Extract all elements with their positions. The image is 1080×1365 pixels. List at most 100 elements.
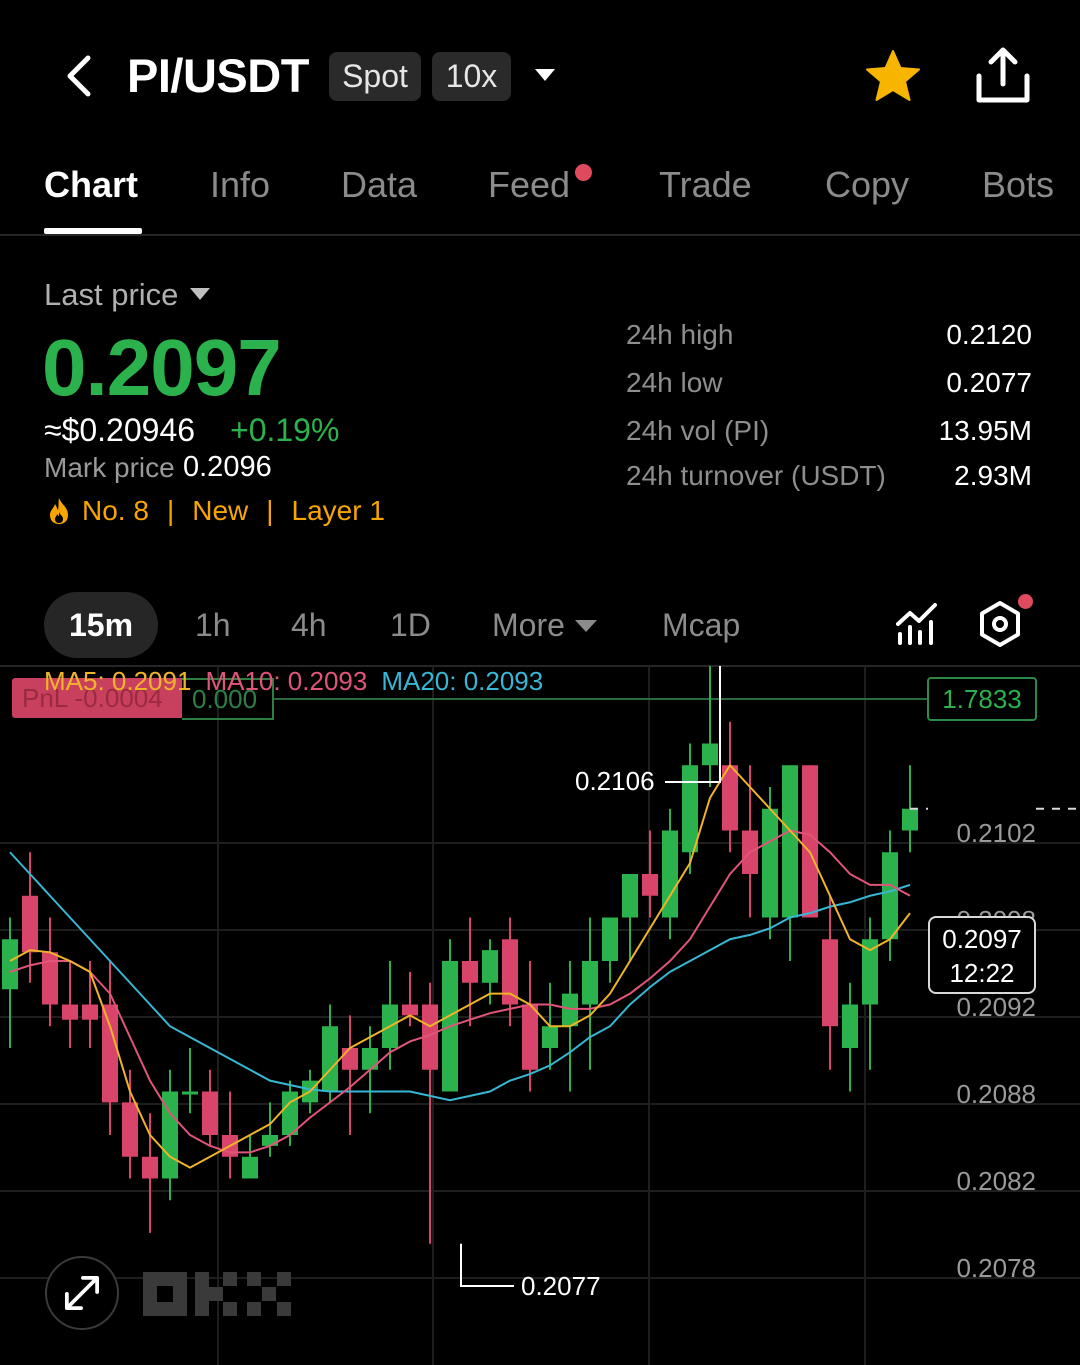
low-leader-line xyxy=(460,1243,514,1287)
stat-24h-turnover-value: 2.93M xyxy=(954,460,1032,491)
active-tab-indicator xyxy=(44,228,142,234)
indicators-icon[interactable] xyxy=(895,602,939,646)
last-price: 0.2097 xyxy=(42,323,282,412)
y-axis-tick: 0.2078 xyxy=(956,1253,1036,1283)
candle-body xyxy=(362,1048,378,1070)
stat-24h-high-label: 24h high xyxy=(626,319,734,350)
candle-body xyxy=(462,961,478,983)
timeframe-1h[interactable]: 1h xyxy=(195,607,231,644)
timeframe-mcap[interactable]: Mcap xyxy=(662,607,740,644)
ma10-value: MA10: 0.2093 xyxy=(205,666,368,696)
expand-icon[interactable] xyxy=(45,1256,119,1330)
timeframe-4h[interactable]: 4h xyxy=(291,607,327,644)
timeframe-more[interactable]: More xyxy=(492,607,597,644)
share-icon[interactable] xyxy=(972,46,1034,106)
tab-bar: Chart Info Data Feed Trade Copy Bots xyxy=(0,160,1080,236)
leverage-badge: 10x xyxy=(432,52,511,101)
candle-body xyxy=(202,1091,218,1135)
position-line-badge[interactable]: 1.7833 xyxy=(927,677,1037,721)
candle-body xyxy=(22,895,38,953)
mark-price-label: Mark price xyxy=(44,452,175,483)
candle-body xyxy=(682,765,698,853)
star-icon[interactable] xyxy=(864,48,922,106)
stat-24h-high-value: 0.2120 xyxy=(946,319,1032,350)
ma20-value: MA20: 0.2093 xyxy=(381,666,544,696)
timeframe-1d[interactable]: 1D xyxy=(390,607,431,644)
tab-data[interactable]: Data xyxy=(341,164,417,206)
candle-body xyxy=(2,939,18,990)
mark-price-value: 0.2096 xyxy=(183,451,272,483)
timeframe-15m[interactable]: 15m xyxy=(44,592,158,658)
tab-copy[interactable]: Copy xyxy=(825,164,909,206)
candle-body xyxy=(142,1156,158,1179)
candle-body xyxy=(642,874,658,896)
stat-24h-low-label: 24h low xyxy=(626,367,723,398)
timeframe-more-label: More xyxy=(492,607,565,643)
feed-notification-dot xyxy=(575,164,592,181)
chart-high-label: 0.2106 xyxy=(575,766,655,796)
current-price-marker: 0.2097 12:22 xyxy=(928,916,1036,994)
market-type-badge: Spot xyxy=(329,52,421,101)
category-tag[interactable]: Layer 1 xyxy=(292,495,385,527)
candle-body xyxy=(122,1102,138,1157)
candle-body xyxy=(182,1091,198,1095)
tab-chart[interactable]: Chart xyxy=(44,164,138,206)
candle-body xyxy=(242,1156,258,1179)
y-axis-tick: 0.2092 xyxy=(956,992,1036,1022)
ma-legend: MA5: 0.2091 MA10: 0.2093 MA20: 0.2093 xyxy=(44,666,543,697)
candle-body xyxy=(102,1004,118,1103)
candle-body xyxy=(342,1048,358,1070)
chevron-down-icon[interactable] xyxy=(533,66,557,84)
tab-bots[interactable]: Bots xyxy=(982,164,1054,206)
exchange-logo-watermark xyxy=(143,1272,291,1316)
candle-body xyxy=(802,765,818,918)
candle-body xyxy=(282,1091,298,1135)
tab-trade[interactable]: Trade xyxy=(659,164,752,206)
candlestick-chart[interactable] xyxy=(0,666,1080,1365)
y-axis-tick: 0.2088 xyxy=(956,1079,1036,1109)
candle-body xyxy=(822,939,838,1027)
tab-feed[interactable]: Feed xyxy=(488,164,570,206)
last-price-label: Last price xyxy=(44,277,179,312)
back-icon[interactable] xyxy=(58,52,102,100)
candle-body xyxy=(902,808,918,831)
candle-body xyxy=(62,1004,78,1020)
candle-body xyxy=(602,917,618,961)
candle-body xyxy=(622,874,638,918)
last-price-selector[interactable]: Last price xyxy=(44,277,211,313)
candle-body xyxy=(402,1004,418,1016)
stat-24h-vol-label: 24h vol (PI) xyxy=(626,415,770,446)
stat-24h-low-value: 0.2077 xyxy=(946,367,1032,398)
y-axis-tick: 0.2102 xyxy=(956,818,1036,848)
stat-24h-vol-value: 13.95M xyxy=(938,415,1032,446)
tab-info[interactable]: Info xyxy=(210,164,270,206)
chart-settings-icon[interactable] xyxy=(977,600,1023,648)
new-tag[interactable]: New xyxy=(192,495,248,527)
usd-price: ≈$0.20946 xyxy=(44,412,196,448)
candle-body xyxy=(882,852,898,940)
candle-body xyxy=(482,950,498,983)
candle-body xyxy=(782,765,798,918)
caret-down-icon xyxy=(574,620,597,632)
pair-title[interactable]: PI/USDT xyxy=(127,48,309,103)
chart-low-label: 0.2077 xyxy=(521,1271,601,1301)
candle-body xyxy=(542,1026,558,1048)
y-axis-tick: 0.2082 xyxy=(956,1166,1036,1196)
ma5-value: MA5: 0.2091 xyxy=(44,666,192,696)
token-tags: No. 8 | New | Layer 1 xyxy=(46,495,385,527)
candle-body xyxy=(702,743,718,766)
candle-body xyxy=(562,993,578,1027)
stat-24h-turnover-label: 24h turnover (USDT) xyxy=(626,460,886,491)
flame-icon xyxy=(50,498,68,524)
caret-down-icon xyxy=(190,287,211,300)
candle-countdown: 12:22 xyxy=(949,958,1015,988)
candle-body xyxy=(842,1004,858,1048)
tag-separator: | xyxy=(166,495,175,526)
rank-tag[interactable]: No. 8 xyxy=(82,495,149,527)
price-change-percent: +0.19% xyxy=(230,412,340,448)
candle-body xyxy=(82,1004,98,1020)
candle-body xyxy=(582,961,598,1005)
candle-body xyxy=(522,1004,538,1070)
tag-separator: | xyxy=(266,495,274,526)
settings-notification-dot xyxy=(1018,594,1033,609)
